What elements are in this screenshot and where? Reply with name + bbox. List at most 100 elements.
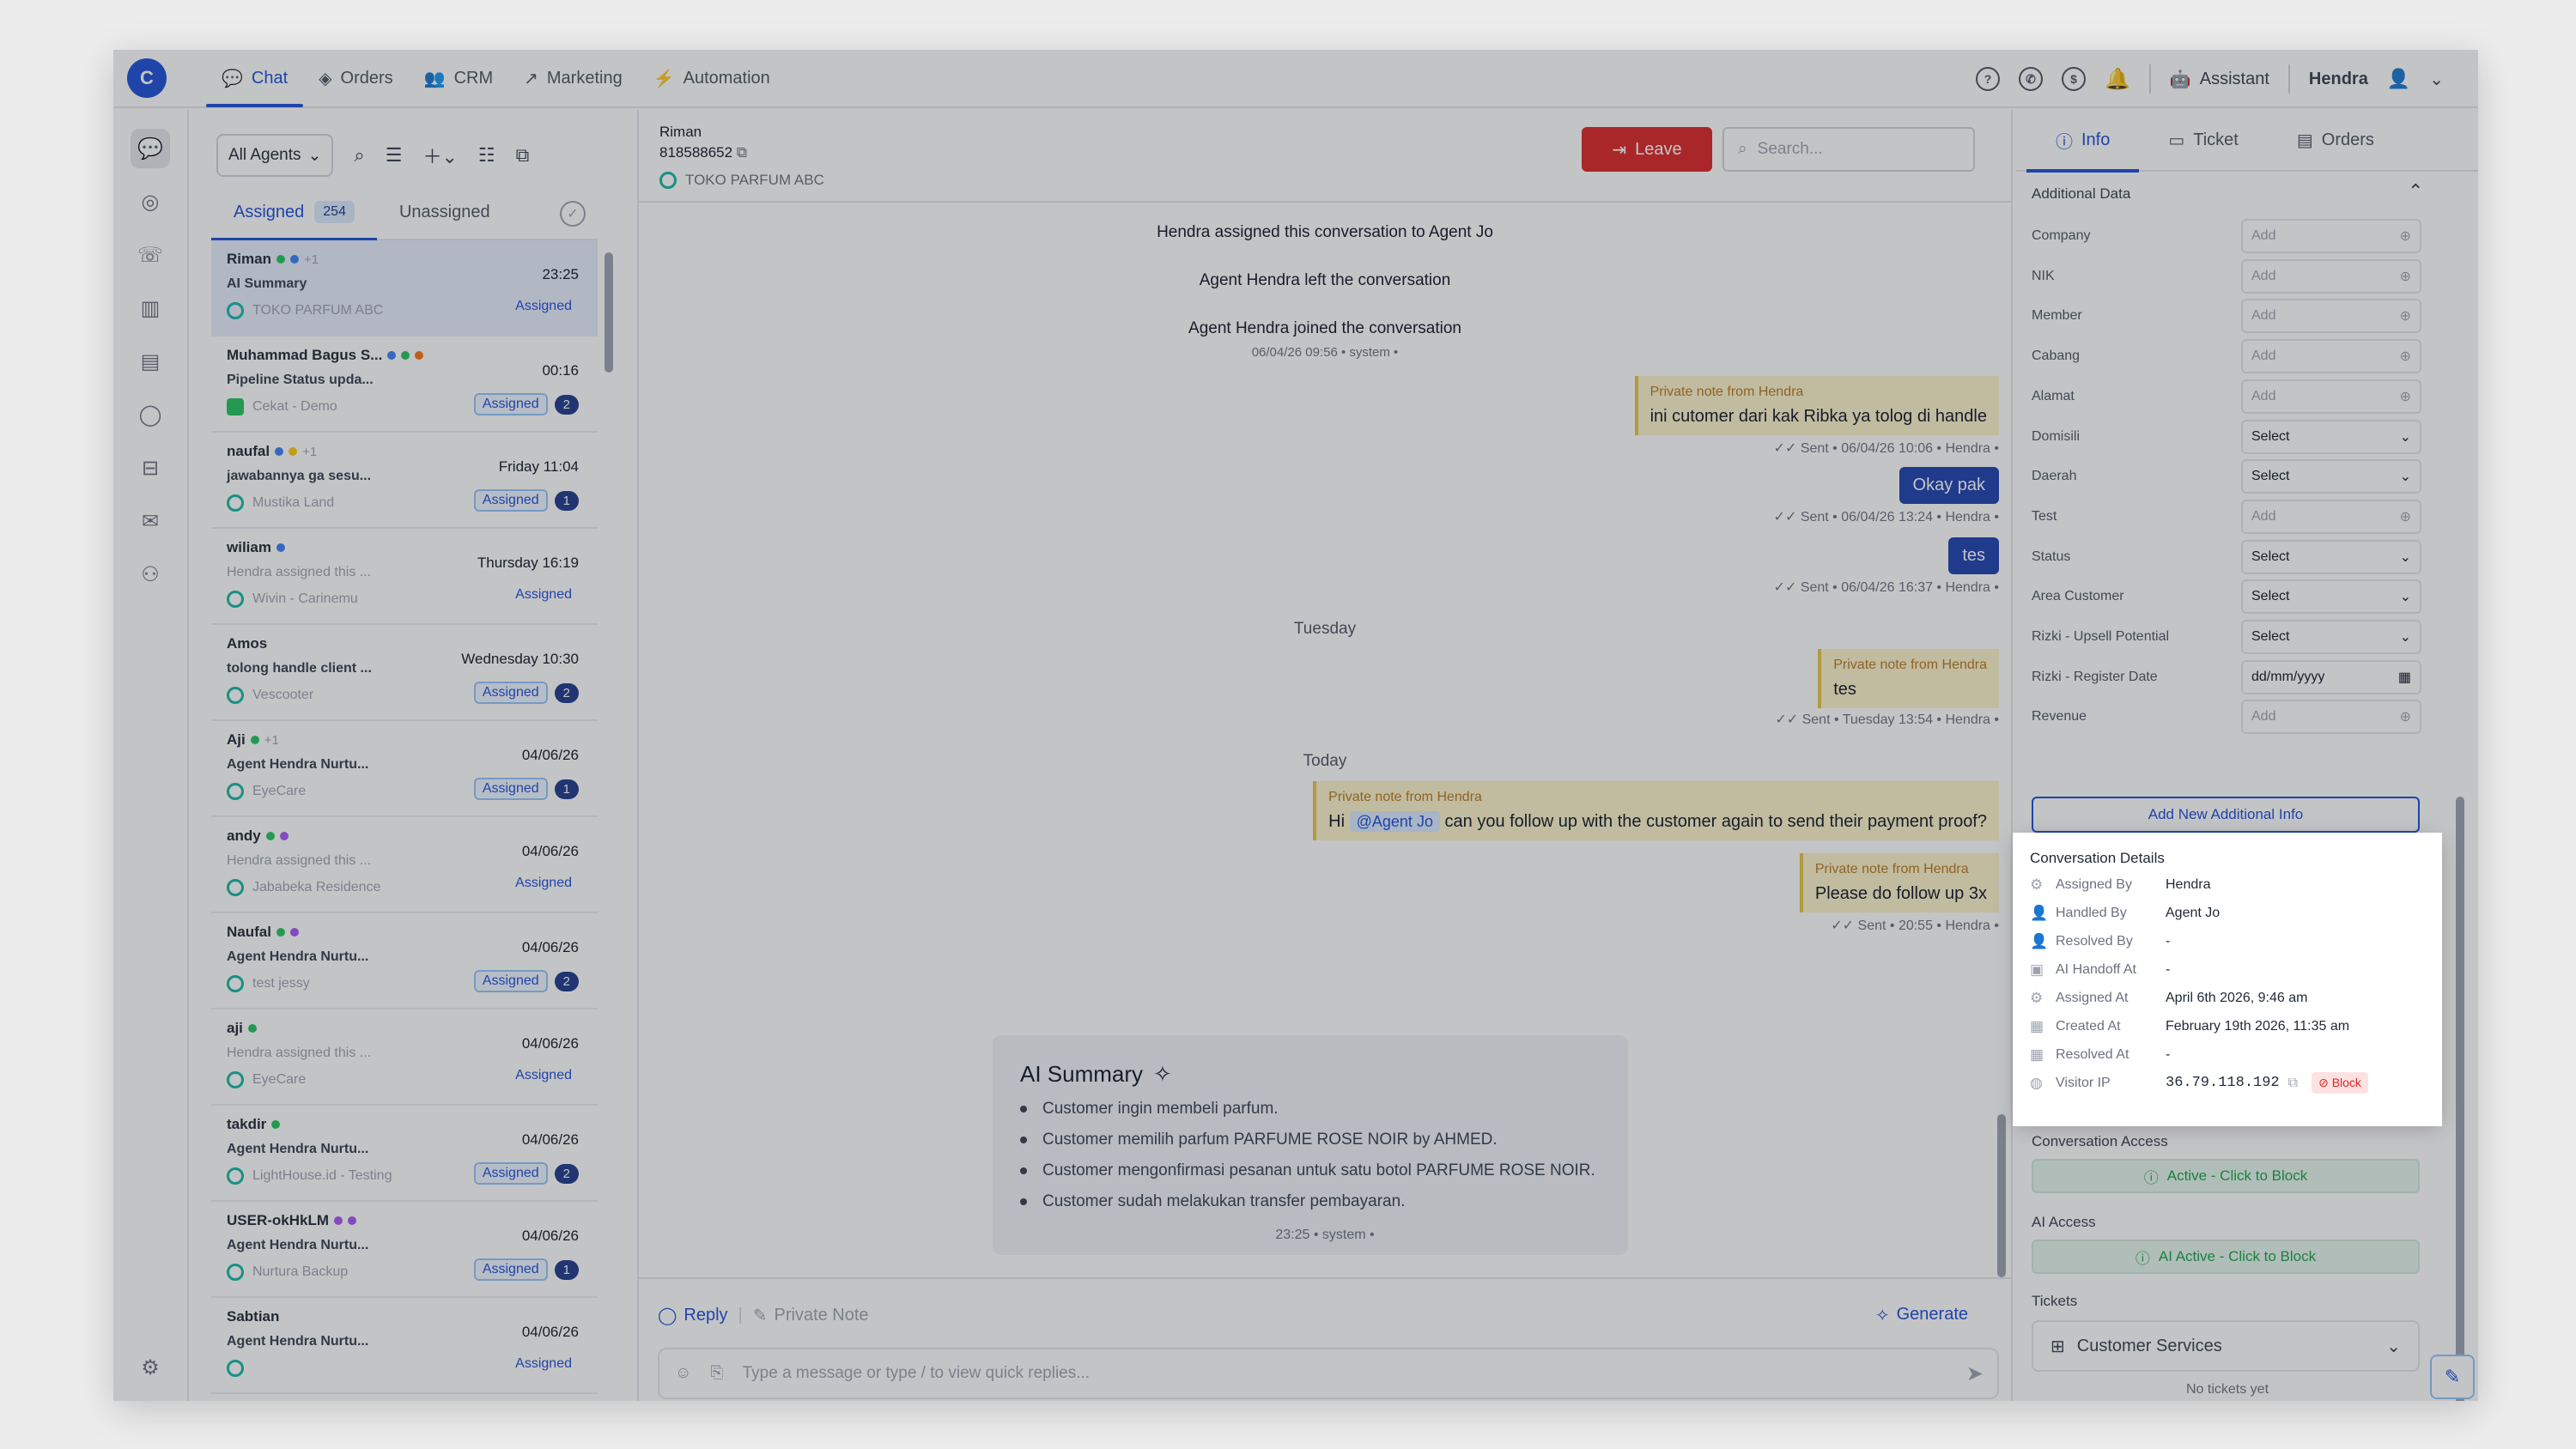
conversation-access-title: Conversation Access xyxy=(2032,1133,2168,1149)
field-input[interactable]: dd/mm/yyyy ▦ xyxy=(2241,659,2421,694)
extra-labels: +1 xyxy=(303,252,319,267)
field-input[interactable]: Select ⌄ xyxy=(2241,419,2421,454)
reply-tab[interactable]: ◯ Reply xyxy=(658,1305,728,1326)
help-icon[interactable]: ? xyxy=(1975,67,2000,91)
nav-marketing[interactable]: ↗ Marketing xyxy=(508,50,638,107)
conversation-item[interactable]: Aji +1 04/06/26 Agent Hendra Nurtu... Eye… xyxy=(211,721,598,817)
reports-icon[interactable]: ▥ xyxy=(131,288,170,328)
send-icon[interactable]: ➤ xyxy=(1966,1361,1984,1386)
book-icon[interactable]: ▤ xyxy=(131,342,170,381)
side-scrollbar[interactable] xyxy=(2456,797,2464,1401)
attachment-icon[interactable]: ⎘ xyxy=(710,1364,723,1383)
contact-name: naufal xyxy=(227,443,270,459)
conversation-badges: Assigned xyxy=(508,585,579,604)
copy-icon[interactable]: ⧉ xyxy=(737,144,747,161)
inbox-icon[interactable]: 💬 xyxy=(131,129,170,168)
new-chat-icon[interactable]: ⧉ xyxy=(516,144,530,167)
contact-name: Riman xyxy=(227,251,271,267)
leave-button[interactable]: ⇥ Leave xyxy=(1582,127,1712,172)
conversation-item[interactable]: andy 04/06/26 Hendra assigned this ... J… xyxy=(211,817,598,913)
conversation-item[interactable]: Sabtian 04/06/26 Agent Hendra Nurtu... A… xyxy=(211,1298,598,1394)
field-input[interactable]: Add ⊕ xyxy=(2241,339,2421,374)
tab-orders-label: Orders xyxy=(2321,130,2374,149)
dollar-icon[interactable]: $ xyxy=(2061,67,2086,91)
search-icon[interactable]: ⌕ xyxy=(354,144,364,167)
inbox-channel-icon xyxy=(227,494,244,512)
whatsapp-icon[interactable]: ✆ xyxy=(2018,67,2043,91)
tab-orders[interactable]: ▤ Orders xyxy=(2268,109,2403,171)
feedback-icon[interactable]: ⊟ xyxy=(131,448,170,488)
conversation-item[interactable]: Riman +1 23:25 AI Summary TOKO PARFUM ABC… xyxy=(211,240,598,336)
conversation-item[interactable]: Amos Wednesday 10:30 tolong handle clien… xyxy=(211,625,598,721)
field-input[interactable]: Select ⌄ xyxy=(2241,620,2421,654)
ai-access-toggle[interactable]: ⓘ AI Active - Click to Block xyxy=(2032,1240,2420,1274)
chat-header: Riman 818588652 ⧉ TOKO PARFUM ABC ⇥ Leave… xyxy=(639,110,2011,203)
assist-float-button[interactable]: ✎ xyxy=(2430,1355,2475,1399)
conversation-items: Riman +1 23:25 AI Summary TOKO PARFUM ABC… xyxy=(211,240,598,1394)
agent-mention[interactable]: @Agent Jo xyxy=(1349,811,1440,832)
chat-search-input[interactable]: ⌕ Search... xyxy=(1722,127,1975,172)
bell-icon[interactable]: 🔔 xyxy=(2105,67,2130,92)
nav-crm[interactable]: 👥 CRM xyxy=(409,50,508,107)
agents-filter-select[interactable]: All Agents ⌄ xyxy=(216,134,334,177)
nav-orders[interactable]: ◈ Orders xyxy=(303,50,409,107)
message-icon[interactable]: ◯ xyxy=(131,395,170,434)
conversation-item[interactable]: naufal +1 Friday 11:04 jawabannya ga sesu… xyxy=(211,433,598,529)
field-input[interactable]: Add ⊕ xyxy=(2241,258,2421,294)
settings-icon[interactable]: ⚙ xyxy=(131,1348,170,1387)
list-scrollbar[interactable] xyxy=(605,252,613,373)
app-logo[interactable]: C xyxy=(127,58,167,98)
conversation-item[interactable]: takdir 04/06/26 Agent Hendra Nurtu... Li… xyxy=(211,1106,598,1202)
message-input[interactable]: ☺ ⎘ Type a message or type / to view qui… xyxy=(658,1348,1999,1399)
field-input[interactable]: Add ⊕ xyxy=(2241,299,2421,334)
chevron-down-icon: ⌄ xyxy=(2399,470,2411,485)
plus-icon[interactable]: ＋⌄ xyxy=(422,142,457,169)
chevron-up-icon[interactable]: ⌃ xyxy=(2408,180,2423,203)
contacts-icon[interactable]: ◎ xyxy=(131,182,170,221)
field-input[interactable]: Select ⌄ xyxy=(2241,539,2421,574)
tab-ticket[interactable]: ▭ Ticket xyxy=(2139,109,2268,171)
nav-automation[interactable]: ⚡ Automation xyxy=(638,50,786,107)
tab-assigned[interactable]: Assigned 254 xyxy=(211,185,377,241)
checklist-icon[interactable]: ☷ xyxy=(478,144,495,167)
conversation-access-toggle[interactable]: ⓘ Active - Click to Block xyxy=(2032,1159,2420,1193)
divider: | xyxy=(738,1306,743,1325)
generate-button[interactable]: ✧ Generate xyxy=(1875,1305,1968,1326)
add-additional-info-button[interactable]: Add New Additional Info xyxy=(2032,797,2420,833)
filter-sliders-icon[interactable]: ☰ xyxy=(386,144,403,167)
assistant-button[interactable]: 🤖 Assistant xyxy=(2170,69,2269,90)
nav-chat[interactable]: 💬 Chat xyxy=(206,50,304,107)
tab-unassigned[interactable]: Unassigned xyxy=(377,185,513,239)
ticket-category-select[interactable]: ⊞ Customer Services ⌄ xyxy=(2032,1320,2420,1372)
check-circle-icon[interactable]: ✓ xyxy=(560,201,586,227)
user-name: Hendra xyxy=(2308,69,2368,88)
users-icon: 👥 xyxy=(423,69,446,88)
conversation-time: 00:16 xyxy=(542,362,579,379)
chevron-down-icon[interactable]: ⌄ xyxy=(2429,69,2444,90)
emoji-icon[interactable]: ☺ xyxy=(675,1364,691,1383)
chat-scrollbar[interactable] xyxy=(1997,1114,2006,1277)
broadcast-icon[interactable]: ✉ xyxy=(131,501,170,541)
conversation-item[interactable]: wiliam Thursday 16:19 Hendra assigned th… xyxy=(211,529,598,625)
calls-icon[interactable]: ☏ xyxy=(131,235,170,275)
field-input[interactable]: Select ⌄ xyxy=(2241,579,2421,615)
conversation-item[interactable]: Naufal 04/06/26 Agent Hendra Nurtu... te… xyxy=(211,913,598,1009)
avatar-icon[interactable]: 👤 xyxy=(2387,68,2410,90)
conversation-item[interactable]: Muhammad Bagus S... 00:16 Pipeline Statu… xyxy=(211,336,598,433)
hierarchy-icon[interactable]: ⚇ xyxy=(131,555,170,594)
conversation-item[interactable]: USER-okHkLM 04/06/26 Agent Hendra Nurtu.… xyxy=(211,1202,598,1298)
private-note-tab[interactable]: ✎ Private Note xyxy=(753,1305,869,1326)
conversation-badges: Assigned 1 xyxy=(473,1258,579,1281)
conversation-time: 04/06/26 xyxy=(521,1324,579,1340)
field-input[interactable]: Add ⊕ xyxy=(2241,700,2421,735)
conversation-item[interactable]: aji 04/06/26 Hendra assigned this ... Ey… xyxy=(211,1009,598,1106)
block-ip-button[interactable]: ⊘ Block xyxy=(2312,1072,2368,1094)
field-input[interactable]: Add ⊕ xyxy=(2241,499,2421,534)
bolt-icon: ⚡ xyxy=(653,69,675,88)
field-input[interactable]: Add ⊕ xyxy=(2241,219,2421,253)
tab-info[interactable]: ⓘ Info xyxy=(2026,109,2140,173)
conversation-badges: Assigned xyxy=(508,874,579,893)
field-input[interactable]: Select ⌄ xyxy=(2241,459,2421,494)
copy-icon[interactable]: ⧉ xyxy=(2288,1076,2298,1091)
field-input[interactable]: Add ⊕ xyxy=(2241,379,2421,414)
